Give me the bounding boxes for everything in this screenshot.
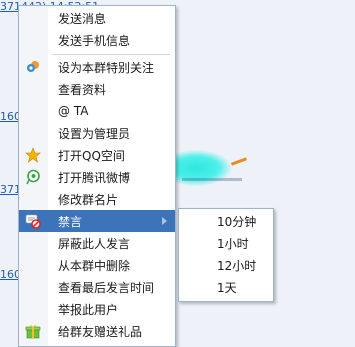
menu-item-label: 设置为管理员	[58, 126, 131, 141]
mute-option-label: 12小时	[217, 258, 257, 273]
menu-item-mention[interactable]: @ TA	[19, 100, 175, 122]
member-context-menu: 发送消息 发送手机信息 设为本群特别关注 查看资料 @ TA 设置为管理员 打开…	[18, 5, 176, 347]
menu-item-open-weibo[interactable]: 打开腾讯微博	[19, 166, 175, 188]
menu-item-remove-member[interactable]: 从本群中删除	[19, 254, 175, 276]
mute-option-label: 1小时	[217, 236, 249, 251]
menu-item-edit-card[interactable]: 修改群名片	[19, 188, 175, 210]
menu-item-set-admin[interactable]: 设置为管理员	[19, 122, 175, 144]
menu-item-label: 给群友赠送礼品	[58, 324, 143, 339]
menu-item-label: 从本群中删除	[58, 258, 131, 273]
menu-item-label: @ TA	[58, 104, 89, 118]
mute-option-1hour[interactable]: 1小时	[179, 232, 273, 254]
mute-option-1day[interactable]: 1天	[179, 276, 273, 298]
menu-item-send-sms[interactable]: 发送手机信息	[19, 29, 175, 51]
menu-item-label: 发送消息	[58, 11, 107, 26]
mute-icon	[25, 213, 41, 229]
menu-item-label: 禁言	[58, 214, 83, 229]
qzone-star-icon	[25, 147, 41, 163]
mute-duration-submenu: 10分钟 1小时 12小时 1天	[178, 208, 274, 302]
menu-item-last-speak-time[interactable]: 查看最后发言时间	[19, 276, 175, 298]
redaction-line	[182, 178, 242, 181]
pen-stroke	[230, 157, 248, 166]
special-follow-icon	[25, 59, 41, 75]
menu-item-label: 修改群名片	[58, 192, 119, 207]
menu-item-mute[interactable]: 禁言	[19, 210, 175, 232]
menu-item-send-gift[interactable]: 给群友赠送礼品	[19, 320, 175, 342]
menu-item-label: 打开QQ空间	[58, 148, 125, 163]
menu-item-label: 举报此用户	[58, 302, 119, 317]
mute-option-label: 1天	[217, 280, 237, 295]
menu-item-open-qzone[interactable]: 打开QQ空间	[19, 144, 175, 166]
menu-item-label: 发送手机信息	[58, 33, 131, 48]
menu-item-label: 设为本群特别关注	[58, 60, 155, 75]
menu-item-special-follow[interactable]: 设为本群特别关注	[19, 56, 175, 78]
mute-option-10min[interactable]: 10分钟	[179, 210, 273, 232]
gift-icon	[25, 323, 41, 339]
menu-item-block-speech[interactable]: 屏蔽此人发言	[19, 232, 175, 254]
menu-item-label: 查看资料	[58, 82, 107, 97]
menu-item-send-message[interactable]: 发送消息	[19, 7, 175, 29]
menu-item-label: 打开腾讯微博	[58, 170, 131, 185]
mute-option-12hours[interactable]: 12小时	[179, 254, 273, 276]
menu-separator	[52, 54, 170, 55]
submenu-arrow-icon	[162, 217, 167, 225]
menu-item-label: 屏蔽此人发言	[58, 236, 131, 251]
menu-item-view-profile[interactable]: 查看资料	[19, 78, 175, 100]
menu-item-report-user[interactable]: 举报此用户	[19, 298, 175, 320]
weibo-icon	[25, 169, 41, 185]
mute-option-label: 10分钟	[217, 214, 257, 229]
menu-item-label: 查看最后发言时间	[58, 280, 155, 295]
